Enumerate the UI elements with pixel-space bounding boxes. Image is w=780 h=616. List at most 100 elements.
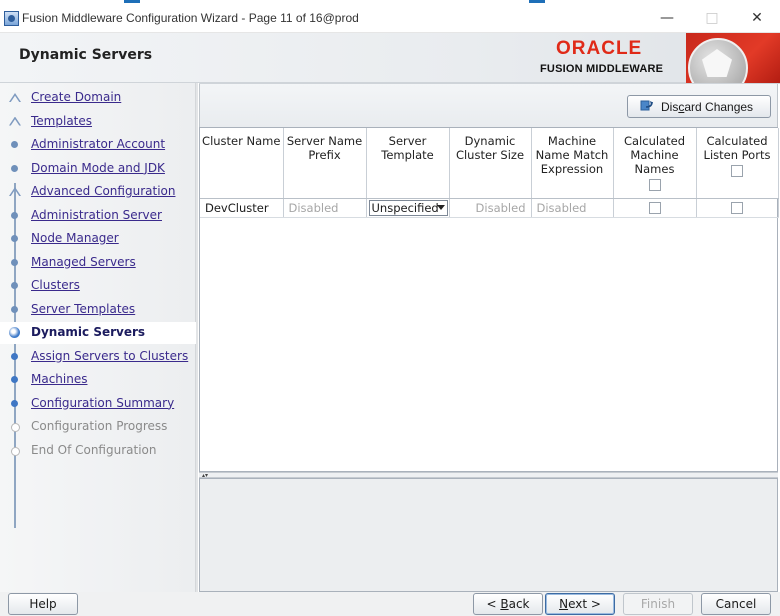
sidebar-item-managed-servers[interactable]: Managed Servers xyxy=(0,252,196,274)
step-marker-icon xyxy=(9,445,21,457)
discard-changes-button[interactable]: Discard Changes xyxy=(627,95,771,118)
step-marker-icon xyxy=(9,210,21,222)
sidebar-item-label: Assign Servers to Clusters xyxy=(31,348,189,363)
sidebar-item-label: Configuration Progress xyxy=(31,419,168,433)
col-machine-name-match[interactable]: Machine Name Match Expression xyxy=(531,128,614,199)
step-marker-icon xyxy=(9,116,21,128)
sidebar-item-label: Domain Mode and JDK xyxy=(31,160,165,175)
sidebar-item-node-manager[interactable]: Node Manager xyxy=(0,228,196,250)
step-marker-icon xyxy=(9,398,21,410)
sidebar-item-label: End Of Configuration xyxy=(31,442,157,457)
cell-machine-name-match: Disabled xyxy=(531,198,614,218)
sidebar-item-label: Templates xyxy=(31,113,93,128)
window-title: Fusion Middleware Configuration Wizard -… xyxy=(22,11,359,25)
header-listen-ports-checkbox[interactable] xyxy=(731,165,743,177)
calculated-listen-ports-checkbox[interactable] xyxy=(731,201,743,214)
discard-changes-label: Discard Changes xyxy=(661,100,754,114)
brand-emblem-icon xyxy=(686,33,780,83)
cancel-button[interactable]: Cancel xyxy=(701,593,771,615)
col-calculated-machine-names-label: Calculated Machine Names xyxy=(623,134,685,176)
step-marker-icon xyxy=(9,374,21,386)
sidebar-item-label: Administration Server xyxy=(31,207,162,222)
back-button[interactable]: < Back xyxy=(473,593,543,615)
step-marker-icon xyxy=(9,139,21,151)
table-row[interactable]: DevCluster Disabled Unspecified Disabled… xyxy=(200,198,779,218)
sidebar-item-clusters[interactable]: Clusters xyxy=(0,275,196,297)
sidebar-item-end-of-configuration: End Of Configuration xyxy=(0,440,196,462)
wizard-steps-sidebar: Create Domain Templates Administrator Acco… xyxy=(0,83,196,592)
maximize-button: □ xyxy=(705,10,719,26)
sidebar-item-administrator-account[interactable]: Administrator Account xyxy=(0,134,196,156)
step-marker-icon xyxy=(9,92,21,104)
sidebar-item-configuration-summary[interactable]: Configuration Summary xyxy=(0,393,196,415)
sidebar-item-templates[interactable]: Templates xyxy=(0,111,196,133)
col-calculated-machine-names[interactable]: Calculated Machine Names xyxy=(613,128,697,199)
sidebar-item-advanced-configuration[interactable]: Advanced Configuration xyxy=(0,181,196,203)
sidebar-item-label: Configuration Summary xyxy=(31,395,175,410)
sidebar-item-domain-mode-and-jdk[interactable]: Domain Mode and JDK xyxy=(0,158,196,180)
dropdown-arrow-icon xyxy=(436,204,445,210)
col-calculated-listen-ports[interactable]: Calculated Listen Ports xyxy=(696,128,779,199)
step-marker-icon xyxy=(9,257,21,269)
next-button[interactable]: Next > xyxy=(545,593,615,615)
cell-cluster-name[interactable]: DevCluster xyxy=(200,198,284,218)
taskbar-strip xyxy=(0,0,780,4)
sidebar-item-configuration-progress: Configuration Progress xyxy=(0,416,196,438)
step-marker-icon xyxy=(9,186,21,198)
close-button[interactable]: ✕ xyxy=(737,6,777,30)
col-calculated-listen-ports-label: Calculated Listen Ports xyxy=(703,134,771,162)
step-marker-icon xyxy=(9,304,21,316)
sidebar-item-label: Node Manager xyxy=(31,231,119,245)
sidebar-item-create-domain[interactable]: Create Domain xyxy=(0,87,196,109)
fusion-middleware-label: FUSION MIDDLEWARE xyxy=(540,63,664,75)
sidebar-item-server-templates[interactable]: Server Templates xyxy=(0,299,196,321)
detail-pane xyxy=(199,478,778,592)
help-button[interactable]: Help xyxy=(8,593,78,615)
cell-dynamic-cluster-size: Disabled xyxy=(449,198,532,218)
table-header-row: Cluster Name Server Name Prefix Server T… xyxy=(200,128,779,199)
step-marker-icon xyxy=(9,233,21,245)
sidebar-item-machines[interactable]: Machines xyxy=(0,369,196,391)
taskbar-indicator xyxy=(529,0,545,3)
sidebar-item-label: Server Templates xyxy=(31,301,136,316)
col-dynamic-cluster-size[interactable]: Dynamic Cluster Size xyxy=(449,128,532,199)
table-toolbar: Discard Changes xyxy=(199,84,778,127)
sidebar-splitter[interactable] xyxy=(196,83,198,592)
step-marker-icon xyxy=(9,163,21,175)
sidebar-item-label: Dynamic Servers xyxy=(31,325,146,339)
oracle-logo: ORACLE xyxy=(556,38,643,59)
minimize-button[interactable]: — xyxy=(647,6,687,30)
undo-icon xyxy=(640,100,653,111)
step-marker-icon xyxy=(9,327,21,339)
main-content: Discard Changes Cluster Name Server Name… xyxy=(199,83,780,592)
wizard-footer: Help < Back Next > Finish Cancel xyxy=(0,592,780,616)
sidebar-item-label: Machines xyxy=(31,372,88,386)
col-server-template[interactable]: Server Template xyxy=(366,128,450,199)
finish-button: Finish xyxy=(623,593,693,615)
sidebar-item-dynamic-servers[interactable]: Dynamic Servers xyxy=(0,322,196,344)
sidebar-item-label: Advanced Configuration xyxy=(31,184,176,198)
col-cluster-name[interactable]: Cluster Name xyxy=(200,128,284,199)
sidebar-item-label: Clusters xyxy=(31,278,80,292)
sidebar-item-label: Create Domain xyxy=(31,90,122,104)
header-machine-names-checkbox[interactable] xyxy=(648,179,661,191)
col-server-name-prefix[interactable]: Server Name Prefix xyxy=(283,128,367,199)
taskbar-indicator xyxy=(124,0,140,3)
dynamic-servers-table: Cluster Name Server Name Prefix Server T… xyxy=(199,127,779,472)
sidebar-item-administration-server[interactable]: Administration Server xyxy=(0,205,196,227)
wizard-header: Dynamic Servers ORACLE FUSION MIDDLEWARE xyxy=(0,33,780,83)
sidebar-item-label: Managed Servers xyxy=(31,254,136,269)
cell-server-template[interactable]: Unspecified xyxy=(366,198,450,218)
cell-calculated-listen-ports xyxy=(696,198,779,218)
sidebar-item-label: Administrator Account xyxy=(31,137,166,151)
step-marker-icon xyxy=(9,351,21,363)
server-template-select[interactable]: Unspecified xyxy=(368,199,448,216)
cell-calculated-machine-names xyxy=(613,198,697,218)
calculated-machine-names-checkbox[interactable] xyxy=(648,201,661,214)
sidebar-item-assign-servers-to-clusters[interactable]: Assign Servers to Clusters xyxy=(0,346,196,368)
app-icon xyxy=(4,11,19,26)
window-titlebar: Fusion Middleware Configuration Wizard -… xyxy=(0,0,780,33)
step-marker-icon xyxy=(9,280,21,292)
server-template-value: Unspecified xyxy=(371,200,439,215)
page-title: Dynamic Servers xyxy=(19,47,153,63)
